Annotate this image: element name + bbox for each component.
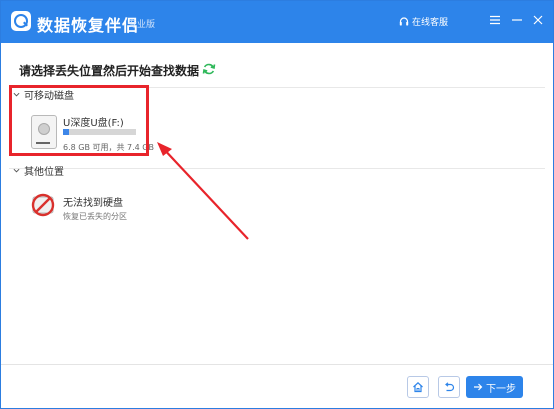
app-window: 数据恢复伴侣 专业版 在线客服 请选择丢失位置然后开始查找数据 可移动磁盘 U深… (0, 0, 554, 409)
back-button[interactable] (438, 376, 460, 398)
home-icon (413, 381, 423, 393)
next-step-button[interactable]: 下一步 (466, 376, 523, 398)
back-icon (445, 382, 455, 392)
arrow-right-icon (474, 383, 483, 391)
next-step-label: 下一步 (486, 383, 516, 395)
footer-divider (1, 364, 553, 365)
home-button[interactable] (407, 376, 429, 398)
annotation-arrow (157, 142, 249, 240)
